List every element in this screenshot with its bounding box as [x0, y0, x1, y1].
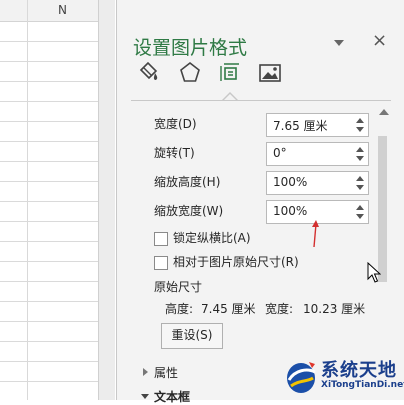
spin-up-icon[interactable] [356, 205, 364, 210]
chevron-down-icon[interactable] [141, 394, 149, 399]
spin-up-icon[interactable] [356, 147, 364, 152]
pentagon-icon [180, 61, 200, 82]
scale-height-field[interactable]: 100% [266, 171, 369, 195]
scale-height-value: 100% [273, 175, 308, 189]
grid-line [0, 101, 98, 102]
size-properties-tab[interactable] [217, 60, 243, 86]
rotation-field[interactable]: 0° [266, 142, 369, 166]
grid-line [0, 301, 98, 302]
spin-up-icon[interactable] [356, 176, 364, 181]
original-width-value: 10.23 厘米 [303, 302, 366, 316]
width-value: 7.65 厘米 [273, 119, 328, 133]
sheet-scrollbar[interactable] [98, 0, 115, 400]
scale-height-label: 缩放高度(H) [154, 175, 221, 189]
grid-line [0, 321, 98, 322]
lock-aspect-label: 锁定纵横比(A) [173, 231, 251, 245]
watermark-logo: 系统天地 XiTongTianDi.net [283, 354, 404, 400]
close-button[interactable]: × [372, 30, 387, 51]
picture-icon [259, 64, 281, 82]
mouse-cursor-icon [367, 262, 381, 283]
picture-tab[interactable] [257, 60, 283, 86]
tabs-divider [131, 100, 391, 101]
grid-line [27, 0, 28, 400]
format-picture-pane: 设置图片格式 × 宽度(D) 7.65 厘米 旋转(T) 0° 缩放高度(H) … [116, 0, 404, 404]
grid-line [0, 81, 98, 82]
grid-line [0, 361, 98, 362]
watermark-url: XiTongTianDi.net [321, 380, 404, 390]
width-label: 宽度(D) [154, 117, 197, 131]
annotation-arrow-icon [312, 220, 319, 248]
scale-width-label: 缩放宽度(W) [154, 204, 224, 218]
textbox-section-header[interactable]: 文本框 [154, 388, 190, 405]
grid-line [0, 161, 98, 162]
spin-down-icon[interactable] [356, 127, 364, 132]
grid-line [0, 241, 98, 242]
grid-line [0, 121, 98, 122]
width-field[interactable]: 7.65 厘米 [266, 113, 369, 137]
watermark-text: 系统天地 [321, 360, 397, 381]
scrollbar-thumb[interactable] [378, 136, 387, 282]
original-height-label: 高度: [165, 302, 194, 316]
pane-title: 设置图片格式 [133, 37, 248, 59]
properties-section-header[interactable]: 属性 [154, 364, 178, 381]
effects-tab[interactable] [177, 60, 203, 86]
spin-down-icon[interactable] [356, 214, 364, 219]
grid-line [0, 281, 98, 282]
chevron-down-icon[interactable] [333, 36, 345, 52]
paint-bucket-icon [139, 61, 158, 81]
rotation-value: 0° [273, 146, 287, 160]
rotation-label: 旋转(T) [154, 146, 195, 160]
spreadsheet-area: N [0, 0, 115, 400]
spin-down-icon[interactable] [356, 185, 364, 190]
scale-width-value: 100% [273, 204, 308, 218]
grid-line [0, 261, 98, 262]
lock-aspect-checkbox[interactable] [154, 232, 168, 246]
grid-line [0, 381, 98, 382]
original-width-label: 宽度: [265, 302, 294, 316]
relative-original-label: 相对于图片原始尺寸(R) [173, 255, 299, 269]
reset-button[interactable]: 重设(S) [161, 323, 223, 349]
grid-line [0, 341, 98, 342]
grid-line [0, 221, 98, 222]
spin-down-icon[interactable] [356, 156, 364, 161]
pane-tabs [117, 60, 404, 100]
scroll-up-arrow-icon[interactable] [379, 109, 389, 115]
grid-line [0, 141, 98, 142]
fill-line-tab[interactable] [135, 60, 161, 86]
original-height-value: 7.45 厘米 [201, 302, 256, 316]
watermark-globe-icon [287, 362, 316, 393]
grid-line [0, 181, 98, 182]
grid-line [0, 201, 98, 202]
column-header-m[interactable] [0, 0, 28, 21]
size-position-icon [220, 63, 239, 81]
spin-up-icon[interactable] [356, 118, 364, 123]
relative-original-checkbox[interactable] [154, 256, 168, 270]
column-header-n[interactable]: N [27, 0, 98, 21]
original-size-heading: 原始尺寸 [154, 280, 203, 294]
grid-line [0, 61, 98, 62]
chevron-right-icon[interactable] [143, 368, 148, 376]
grid-line [0, 41, 98, 42]
